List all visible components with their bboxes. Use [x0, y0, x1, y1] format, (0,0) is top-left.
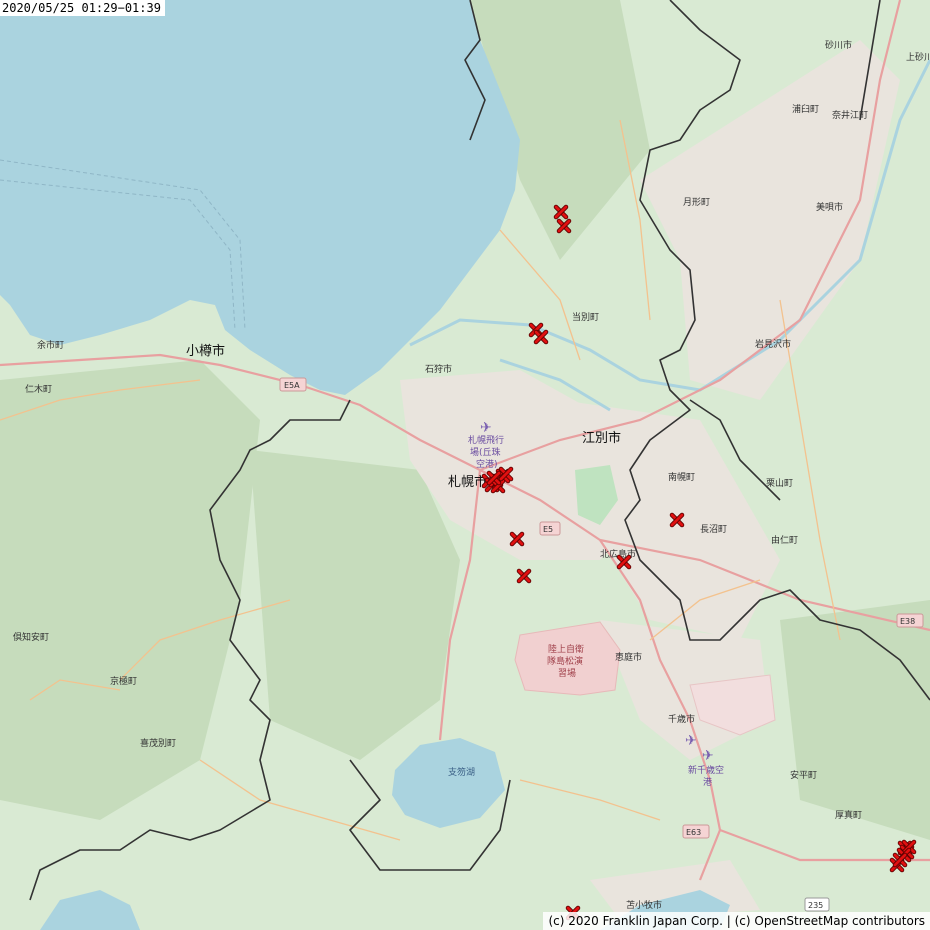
place-label: 長沼町	[700, 524, 727, 535]
training-area-label: 習場	[558, 667, 576, 679]
shield-235: 235	[804, 897, 830, 912]
place-label: 当別町	[572, 311, 599, 323]
shield-e5a: E5A	[279, 377, 307, 392]
svg-text:235: 235	[808, 901, 823, 910]
shield-e63: E63	[682, 824, 710, 839]
place-label: 南幌町	[668, 471, 695, 483]
airport-label: 場(丘珠	[470, 446, 501, 458]
place-label: 上砂川	[906, 51, 930, 63]
place-label: 京極町	[110, 675, 137, 687]
place-label: 札幌市	[448, 474, 487, 490]
place-label: 小樽市	[186, 343, 225, 359]
airplane-icon: ✈	[685, 733, 697, 749]
place-label: 栗山町	[766, 478, 793, 489]
place-label: 千歳市	[668, 713, 695, 725]
place-label: 余市町	[37, 339, 64, 351]
place-label: 恵庭市	[615, 651, 642, 663]
map-canvas[interactable]: E5A E5 E38 E63 235 ✈ ✈ ✈ 札幌市 江別市 小樽市 石狩市…	[0, 0, 930, 930]
place-label: 由仁町	[771, 534, 798, 546]
place-label: 奈井江町	[832, 109, 868, 121]
training-area-label: 隊島松演	[547, 655, 583, 667]
shield-e38: E38	[896, 613, 924, 628]
place-label: 岩見沢市	[755, 338, 791, 350]
place-label: 砂川市	[825, 39, 852, 51]
training-area-label: 陸上自衛	[548, 643, 584, 655]
airport-label: 空港)	[476, 458, 498, 470]
place-label: 美唄市	[816, 201, 843, 213]
place-label: 石狩市	[425, 363, 452, 375]
airport-label: 札幌飛行	[468, 434, 504, 446]
attribution-label: (c) 2020 Franklin Japan Corp. | (c) Open…	[543, 912, 930, 930]
lake-label: 支笏湖	[448, 766, 475, 778]
place-label: 浦臼町	[792, 103, 819, 115]
place-label: 苫小牧市	[626, 899, 662, 911]
airport-label: 新千歳空	[688, 764, 724, 776]
place-label: 喜茂別町	[140, 737, 176, 749]
place-label: 厚真町	[835, 809, 862, 821]
svg-text:E38: E38	[900, 617, 915, 626]
airport-label: 港	[703, 776, 712, 788]
shield-e5: E5	[539, 521, 561, 536]
place-label: 江別市	[582, 430, 621, 446]
airplane-icon: ✈	[702, 748, 714, 764]
airplane-icon: ✈	[480, 420, 492, 436]
place-label: 仁木町	[25, 383, 52, 395]
svg-text:E5A: E5A	[284, 381, 300, 390]
place-label: 月形町	[683, 196, 710, 208]
place-label: 安平町	[790, 769, 817, 781]
place-label: 倶知安町	[13, 631, 49, 643]
timestamp-label: 2020/05/25 01:29−01:39	[0, 0, 165, 16]
svg-text:E5: E5	[543, 525, 553, 534]
svg-text:E63: E63	[686, 828, 701, 837]
